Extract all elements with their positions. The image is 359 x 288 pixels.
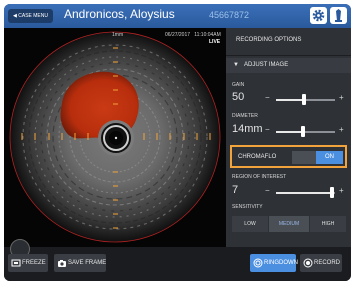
- sensitivity-label: SENSITIVITY: [232, 204, 263, 210]
- ivus-image-area[interactable]: 1mm 06/27/2017 11:10:04AM LIVE: [4, 28, 226, 247]
- ringdown-icon: [253, 258, 263, 268]
- live-indicator: LIVE: [209, 39, 221, 45]
- save-frame-button[interactable]: SAVE FRAME: [54, 254, 106, 272]
- freeze-label: FREEZE: [22, 260, 46, 266]
- ringdown-label: RINGDOWN: [264, 260, 298, 266]
- diameter-slider[interactable]: [276, 126, 335, 137]
- collapse-arrow-icon: ▼: [233, 62, 239, 68]
- freeze-button[interactable]: FREEZE: [8, 254, 48, 272]
- roi-decrease-button[interactable]: −: [265, 186, 270, 195]
- bottom-toolbar: FREEZE SAVE FRAME RINGDOWN RECORD: [4, 239, 351, 281]
- case-menu-button[interactable]: ◀ CASE MENU: [8, 9, 53, 23]
- acquisition-date: 06/27/2017: [165, 32, 191, 38]
- roi-slider-thumb[interactable]: [330, 187, 334, 198]
- gain-value: 50: [232, 91, 245, 103]
- chromaflo-toggle[interactable]: ON: [292, 151, 343, 164]
- patient-name: Andronicos, Aloysius: [64, 7, 175, 21]
- header-bar: ◀ CASE MENU Andronicos, Aloysius 4566787…: [4, 4, 351, 28]
- sensitivity-medium-button[interactable]: MEDIUM: [269, 216, 309, 232]
- gain-slider-thumb[interactable]: [302, 94, 306, 105]
- adjust-image-label: ADJUST IMAGE: [244, 62, 289, 68]
- gain-slider[interactable]: [276, 94, 335, 105]
- scale-label: 1mm: [112, 32, 124, 38]
- diameter-slider-thumb[interactable]: [301, 126, 305, 137]
- record-icon: [303, 258, 313, 268]
- chromaflo-label: CHROMAFLO: [238, 154, 277, 160]
- freeze-icon: [11, 259, 21, 267]
- diameter-label: DIAMETER: [232, 113, 258, 119]
- roi-slider[interactable]: [276, 187, 335, 198]
- case-menu-label: CASE MENU: [18, 13, 48, 19]
- catheter-icon: [335, 9, 342, 22]
- catheter-button[interactable]: [330, 7, 347, 24]
- app-window: ◀ CASE MENU Andronicos, Aloysius 4566787…: [4, 4, 351, 281]
- gain-increase-button[interactable]: +: [339, 93, 344, 102]
- diameter-slider-fill: [276, 131, 303, 133]
- camera-icon: [58, 260, 66, 267]
- chromaflo-toggle-off-side[interactable]: [292, 151, 316, 164]
- gain-decrease-button[interactable]: −: [265, 93, 270, 102]
- roi-increase-button[interactable]: +: [339, 186, 344, 195]
- gain-slider-fill: [276, 99, 304, 101]
- gear-icon: [312, 9, 325, 22]
- roi-slider-fill: [276, 192, 332, 194]
- gain-label: GAIN: [232, 82, 245, 88]
- recording-options-panel: RECORDING OPTIONS ▼ ADJUST IMAGE GAIN 50…: [226, 28, 351, 247]
- panel-title: RECORDING OPTIONS: [236, 37, 302, 43]
- record-button[interactable]: RECORD: [300, 254, 342, 272]
- acquisition-time: 11:10:04AM: [194, 32, 221, 38]
- diameter-decrease-button[interactable]: −: [265, 125, 270, 134]
- chromaflo-highlight: CHROMAFLO ON: [230, 145, 347, 168]
- save-frame-label: SAVE FRAME: [68, 260, 107, 266]
- roi-label: REGION OF INTEREST: [232, 174, 287, 180]
- roi-value: 7: [232, 184, 239, 196]
- chromaflo-toggle-on-side[interactable]: ON: [316, 151, 343, 164]
- divider: [226, 55, 351, 56]
- diameter-increase-button[interactable]: +: [339, 125, 344, 134]
- patient-id: 45667872: [209, 10, 250, 20]
- ivus-image: [9, 31, 221, 243]
- sensitivity-high-button[interactable]: HIGH: [310, 216, 346, 232]
- record-label: RECORD: [314, 260, 341, 266]
- back-arrow-icon: ◀: [13, 13, 17, 19]
- settings-button[interactable]: [310, 7, 327, 24]
- adjust-image-section-header[interactable]: ▼ ADJUST IMAGE: [226, 58, 351, 73]
- acquisition-datetime: 06/27/2017 11:10:04AM: [165, 32, 221, 38]
- diameter-value: 14mm: [232, 123, 263, 135]
- sensitivity-low-button[interactable]: LOW: [232, 216, 268, 232]
- ringdown-button[interactable]: RINGDOWN: [250, 254, 298, 272]
